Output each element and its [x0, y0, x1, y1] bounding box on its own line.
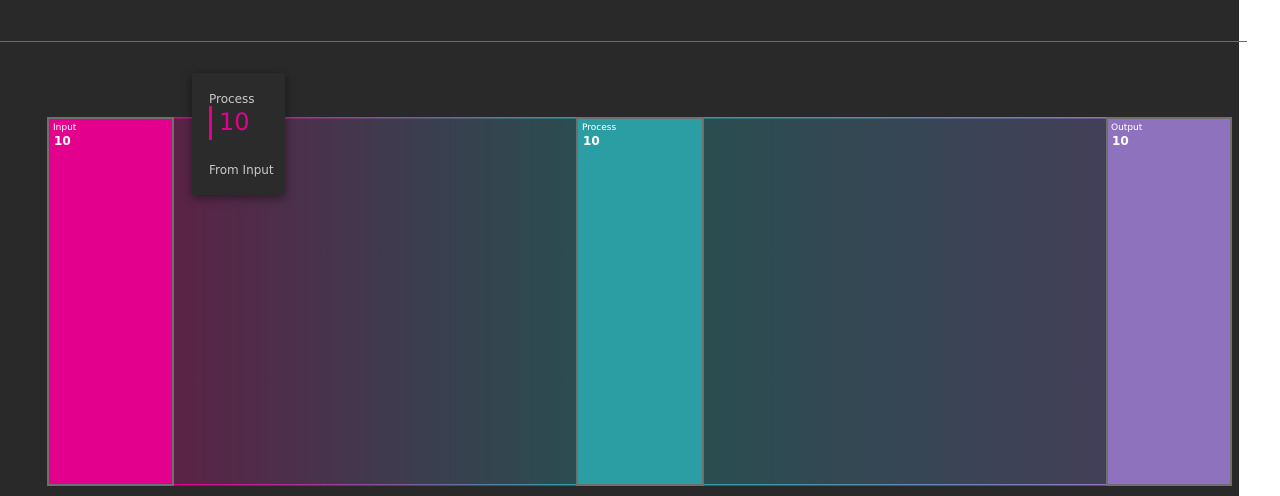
node-value: 10	[54, 134, 71, 148]
chart-canvas: Input 10 Process 10 Output 10 Process 10…	[0, 0, 1239, 496]
hover-tooltip: Process 10 From Input	[192, 73, 285, 195]
sankey-link-process-output[interactable]	[703, 117, 1107, 486]
tooltip-color-bar	[209, 106, 212, 140]
node-label: Input	[53, 123, 77, 133]
node-label: Process	[582, 123, 616, 133]
sankey-node-input[interactable]: Input 10	[47, 117, 174, 486]
node-label: Output	[1111, 123, 1143, 133]
tooltip-title: Process	[209, 92, 255, 106]
node-value: 10	[583, 134, 600, 148]
sankey-chart: Input 10 Process 10 Output 10	[47, 117, 1232, 486]
tooltip-value: 10	[219, 108, 250, 136]
node-value: 10	[1112, 134, 1129, 148]
sankey-node-process[interactable]: Process 10	[576, 117, 704, 486]
tooltip-subtitle: From Input	[209, 163, 274, 177]
sankey-node-output[interactable]: Output 10	[1106, 117, 1232, 486]
header-divider-tail	[1239, 41, 1247, 42]
